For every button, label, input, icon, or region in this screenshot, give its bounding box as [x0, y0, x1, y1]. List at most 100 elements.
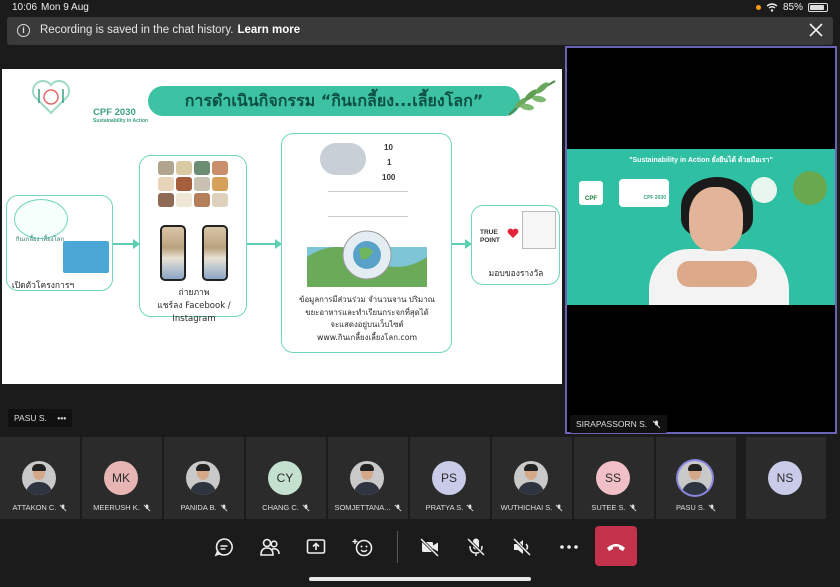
reward-shirt-image [522, 211, 556, 249]
participant-tile[interactable]: PS PRATYA S. [410, 437, 490, 519]
backdrop-globe-logo [751, 177, 777, 203]
recording-banner: i Recording is saved in the chat history… [7, 17, 833, 45]
avatar-body-shape [26, 482, 52, 495]
food-photo-8 [212, 177, 228, 191]
participant-name-text: WUTHICHAI S. [500, 503, 553, 512]
cpf2030-badge: CPF 2030 [619, 179, 669, 207]
meeting-controls [0, 519, 840, 587]
participant-tile[interactable]: SOMJETTANA... [328, 437, 408, 519]
avatar-body-shape [518, 482, 544, 495]
food-photo-10 [176, 193, 192, 207]
avatar-body-shape [682, 482, 708, 495]
share-screen-icon[interactable] [305, 536, 327, 558]
battery-icon [808, 3, 828, 12]
info-icon: i [17, 24, 30, 37]
chat-icon[interactable] [213, 536, 235, 558]
reactions-icon[interactable] [352, 536, 374, 558]
cpf-logo-text: CPF [585, 196, 597, 202]
megaphone-image [63, 241, 109, 273]
shared-screen-slide[interactable]: CPF 2030 Sustainability in Action การดำเ… [2, 69, 562, 384]
mic-off-icon[interactable] [465, 536, 487, 558]
participant-tile[interactable]: CY CHANG C. [246, 437, 326, 519]
food-photo-7 [194, 177, 210, 191]
presenter-name: PASU S. [14, 413, 47, 423]
participant-name-text: MEERUSH K. [93, 503, 140, 512]
leaf-decoration-icon [508, 80, 556, 116]
camera-off-icon[interactable] [419, 536, 441, 558]
participant-name-text: CHANG C. [262, 503, 299, 512]
mic-muted-icon [143, 504, 151, 512]
participant-name-text: SOMJETTANA... [334, 503, 391, 512]
participant-tile[interactable]: ATTAKON C. [0, 437, 80, 519]
step1-label: เปิดตัวโครงการฯ [11, 281, 75, 291]
wifi-icon [766, 3, 778, 12]
participant-name: SUTEE S. [574, 503, 654, 512]
stat-1: 10 [384, 143, 393, 152]
avatar-hair-shape [688, 464, 702, 471]
participant-name: WUTHICHAI S. [492, 503, 572, 512]
home-indicator[interactable] [309, 577, 531, 581]
step3-label: ข้อมูลการมีส่วนร่วม จำนวนจาน ปริมาณ ขยะอ… [299, 295, 435, 342]
status-date: Mon 9 Aug [41, 2, 89, 13]
heart-icon [507, 228, 519, 238]
mic-indicator-icon [755, 5, 761, 10]
food-photo-5 [158, 177, 174, 191]
close-icon[interactable] [807, 21, 825, 39]
speaker-video: "Sustainability in Action ยั่งยืนได้ ด้ว… [567, 149, 835, 305]
avatar-hair-shape [32, 464, 46, 471]
participant-tile[interactable]: MK MEERUSH K. [82, 437, 162, 519]
more-actions-icon[interactable] [558, 536, 580, 558]
participant-avatar [350, 461, 384, 495]
avatar-hair-shape [196, 464, 210, 471]
controls-divider [397, 531, 398, 563]
ios-status-bar: 10:06 Mon 9 Aug 85% [0, 0, 840, 16]
avatar-hair-shape [360, 464, 374, 471]
backdrop-tree-logo [793, 171, 827, 205]
battery-percent: 85% [782, 2, 803, 13]
participant-tile[interactable]: WUTHICHAI S. [492, 437, 572, 519]
learn-more-link[interactable]: Learn more [237, 24, 300, 36]
food-photo-1 [158, 161, 174, 175]
participant-tile[interactable]: PASU S. [656, 437, 736, 519]
participant-name: PRATYA S. [410, 503, 490, 512]
step4-label: มอบของรางวัล [488, 269, 544, 279]
speaker-name: SIRAPASSORN S. [576, 419, 648, 429]
mic-muted-icon [708, 504, 716, 512]
cpf2030-badge-text: CPF 2030 [643, 195, 666, 201]
website-text-lines [328, 191, 408, 217]
leave-call-button[interactable] [595, 526, 637, 566]
participant-avatar: NS [768, 461, 802, 495]
stat-2: 1 [387, 158, 392, 167]
more-options-icon[interactable]: ••• [57, 413, 66, 423]
participant-avatar [514, 461, 548, 495]
mic-muted-icon [466, 504, 474, 512]
avatar-body-shape [354, 482, 380, 495]
cloud-image [320, 143, 366, 175]
hang-up-icon [607, 544, 625, 551]
speaker-off-icon[interactable] [511, 536, 533, 558]
step2-label: ถ่ายภาพ แชร์ลง Facebook / Instagram [157, 288, 231, 324]
banner-text: Recording is saved in the chat history. [40, 24, 234, 36]
participant-avatar: CY [268, 461, 302, 495]
speaker-video-tile[interactable]: "Sustainability in Action ยั่งยืนได้ ด้ว… [565, 46, 837, 434]
participant-avatar [186, 461, 220, 495]
arrow-2 [247, 239, 282, 249]
food-photo-9 [158, 193, 174, 207]
mic-muted-icon [302, 504, 310, 512]
participant-tile[interactable]: NS [746, 437, 826, 519]
participant-tile[interactable]: SS SUTEE S. [574, 437, 654, 519]
video-backdrop-heading: "Sustainability in Action ยั่งยืนได้ ด้ว… [629, 157, 773, 164]
plate-earth-image [307, 230, 427, 287]
phone-instagram-image [202, 225, 228, 281]
participant-tile[interactable]: PANIDA B. [164, 437, 244, 519]
banner-message: Recording is saved in the chat history. L… [40, 24, 300, 36]
mic-muted-icon [555, 504, 563, 512]
speaker-hands [677, 261, 757, 287]
arrow-1 [113, 239, 140, 249]
speaker-name-label: SIRAPASSORN S. [570, 415, 667, 433]
participant-name-text: PASU S. [675, 503, 706, 512]
participant-avatar: SS [596, 461, 630, 495]
food-photo-12 [212, 193, 228, 207]
participant-name: PANIDA B. [164, 503, 244, 512]
participants-icon[interactable] [259, 536, 281, 558]
